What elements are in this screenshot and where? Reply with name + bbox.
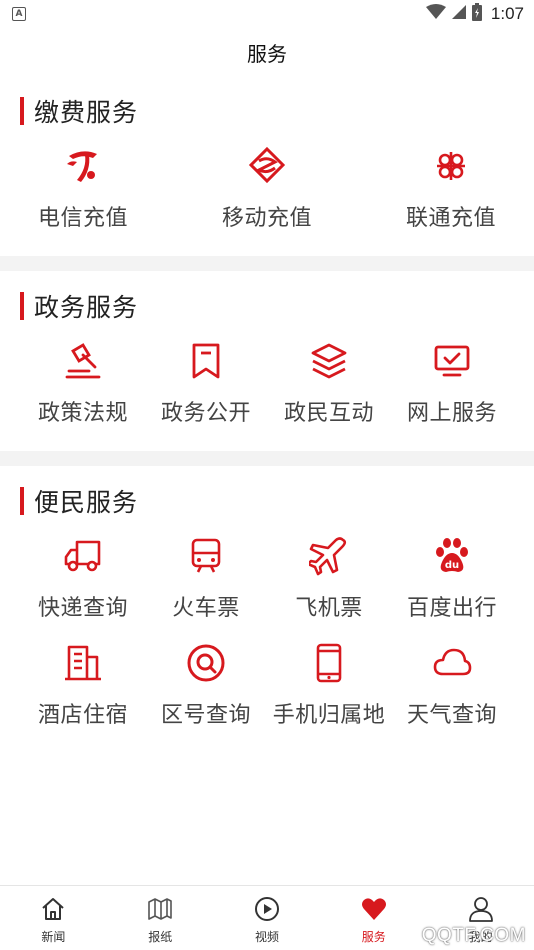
map-icon xyxy=(145,894,175,924)
section-divider xyxy=(0,451,534,466)
tab-label: 视频 xyxy=(254,930,279,944)
section-accent-bar xyxy=(20,97,24,125)
search-circle-icon xyxy=(184,641,228,685)
service-label: 快递查询 xyxy=(37,596,128,621)
china-mobile-icon xyxy=(245,144,289,188)
play-circle-icon xyxy=(252,894,282,924)
gavel-icon xyxy=(61,339,105,383)
service-item-disclosure[interactable]: 政务公开 xyxy=(146,339,266,427)
china-unicom-icon xyxy=(429,144,473,188)
airplane-icon xyxy=(307,534,351,578)
wifi-icon xyxy=(425,4,446,24)
battery-icon xyxy=(471,3,482,25)
service-item-phone-location[interactable]: 手机归属地 xyxy=(269,641,389,729)
status-time: 1:07 xyxy=(490,4,524,23)
service-label: 政民互动 xyxy=(283,401,374,426)
tab-service[interactable]: 服务 xyxy=(320,886,427,950)
section-header: 便民服务 xyxy=(20,484,138,518)
service-item-interaction[interactable]: 政民互动 xyxy=(269,339,389,427)
signal-icon xyxy=(451,4,467,24)
service-item-telecom[interactable]: 电信充值 xyxy=(23,144,143,232)
bookmark-icon xyxy=(184,339,228,383)
cloud-icon xyxy=(430,641,474,685)
section-header: 缴费服务 xyxy=(20,94,138,128)
service-label: 政策法规 xyxy=(37,401,128,426)
tab-label: 新闻 xyxy=(41,930,66,944)
service-label: 移动充值 xyxy=(221,206,312,231)
home-icon xyxy=(38,894,68,924)
tab-label: 服务 xyxy=(361,930,386,944)
service-label: 火车票 xyxy=(172,596,240,621)
tab-news[interactable]: 新闻 xyxy=(0,886,107,950)
svg-text:du: du xyxy=(445,560,459,571)
service-label: 飞机票 xyxy=(295,596,363,621)
service-item-express[interactable]: 快递查询 xyxy=(23,534,143,622)
service-label: 网上服务 xyxy=(406,401,497,426)
tab-newspaper[interactable]: 报纸 xyxy=(107,886,214,950)
service-item-train[interactable]: 火车票 xyxy=(146,534,266,622)
service-label: 手机归属地 xyxy=(272,703,386,728)
hotel-building-icon xyxy=(61,641,105,685)
china-telecom-icon xyxy=(61,144,105,188)
section-title: 缴费服务 xyxy=(34,98,139,127)
heart-icon xyxy=(359,894,389,924)
service-label: 百度出行 xyxy=(406,596,497,621)
section-title: 便民服务 xyxy=(34,488,139,517)
user-icon xyxy=(466,894,496,924)
service-label: 联通充值 xyxy=(405,206,496,231)
watermark: QQTF.COM xyxy=(421,925,526,946)
service-item-hotel[interactable]: 酒店住宿 xyxy=(23,641,143,729)
service-label: 天气查询 xyxy=(406,703,497,728)
section-title: 政务服务 xyxy=(34,293,139,322)
notification-icon: A xyxy=(12,7,26,21)
service-label: 区号查询 xyxy=(160,703,251,728)
section-accent-bar xyxy=(20,292,24,320)
service-item-areacode[interactable]: 区号查询 xyxy=(146,641,266,729)
title-bar: 服务 xyxy=(0,28,534,76)
service-label: 电信充值 xyxy=(37,206,128,231)
baidu-icon: du xyxy=(430,534,474,578)
truck-icon xyxy=(61,534,105,578)
section-divider xyxy=(0,256,534,271)
section-convenience: 便民服务 快递查询 火车票 飞机票 du 百度出行 酒店住宿 区号查询 手机归属… xyxy=(0,466,534,766)
service-item-unicom[interactable]: 联通充值 xyxy=(391,144,511,232)
service-item-weather[interactable]: 天气查询 xyxy=(392,641,512,729)
service-label: 酒店住宿 xyxy=(37,703,128,728)
section-header: 政务服务 xyxy=(20,289,138,323)
page-title: 服务 xyxy=(247,41,287,66)
service-item-baidu[interactable]: du 百度出行 xyxy=(392,534,512,622)
section-payment: 缴费服务 电信充值 移动充值 联通充值 xyxy=(0,76,534,256)
tab-label: 报纸 xyxy=(148,930,173,944)
status-bar: A 1:07 xyxy=(0,0,534,28)
section-accent-bar xyxy=(20,487,24,515)
train-icon xyxy=(184,534,228,578)
service-item-flight[interactable]: 飞机票 xyxy=(269,534,389,622)
section-government: 政务服务 政策法规 政务公开 政民互动 网上服务 xyxy=(0,271,534,451)
service-item-policy[interactable]: 政策法规 xyxy=(23,339,143,427)
service-item-mobile[interactable]: 移动充值 xyxy=(207,144,327,232)
mobile-phone-icon xyxy=(307,641,351,685)
service-label: 政务公开 xyxy=(160,401,251,426)
service-item-online[interactable]: 网上服务 xyxy=(392,339,512,427)
tab-video[interactable]: 视频 xyxy=(214,886,321,950)
layers-icon xyxy=(307,339,351,383)
monitor-check-icon xyxy=(430,339,474,383)
